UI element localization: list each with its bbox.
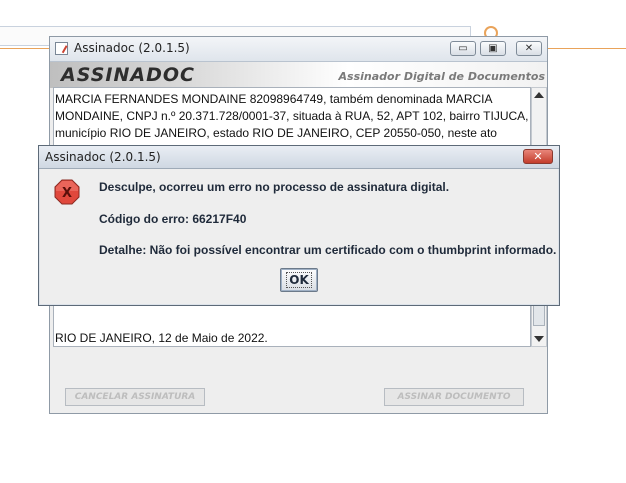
ok-button-label: OK: [286, 272, 312, 288]
app-icon: [55, 42, 68, 55]
error-icon: X: [54, 179, 80, 205]
main-window-title: Assinadoc (2.0.1.5): [74, 41, 190, 55]
minimize-button[interactable]: ▭: [450, 41, 476, 56]
error-detail: Detalhe: Não foi possível encontrar um c…: [99, 243, 557, 257]
app-logo: ASSINADOC: [61, 64, 195, 86]
main-title-bar[interactable]: Assinadoc (2.0.1.5) ▭ ▣ ✕: [50, 37, 547, 62]
app-tagline: Assinador Digital de Documentos: [338, 70, 545, 83]
document-line: MARCIA FERNANDES MONDAINE 82098964749, t…: [55, 92, 493, 106]
ok-button[interactable]: OK: [280, 268, 318, 292]
scroll-thumb[interactable]: [533, 304, 545, 326]
scroll-down-icon[interactable]: [534, 336, 544, 342]
close-button[interactable]: ✕: [516, 41, 542, 56]
document-line: município RIO DE JANEIRO, estado RIO DE …: [55, 126, 497, 140]
error-code: Código do erro: 66217F40: [99, 212, 247, 226]
error-message: Desculpe, ocorreu um erro no processo de…: [99, 180, 450, 194]
maximize-button[interactable]: ▣: [480, 41, 506, 56]
scroll-up-icon[interactable]: [534, 92, 544, 98]
document-footer-line: RIO DE JANEIRO, 12 de Maio de 2022.: [55, 331, 268, 345]
dialog-close-button[interactable]: ✕: [523, 149, 553, 164]
svg-text:X: X: [62, 186, 72, 201]
dialog-title: Assinadoc (2.0.1.5): [45, 150, 161, 164]
dialog-title-bar[interactable]: Assinadoc (2.0.1.5) ✕: [39, 146, 559, 169]
error-dialog: Assinadoc (2.0.1.5) ✕ X Desculpe, ocorre…: [38, 145, 560, 306]
document-line: MONDAINE, CNPJ n.º 20.371.728/0001-37, s…: [55, 109, 529, 123]
app-banner: ASSINADOC Assinador Digital de Documento…: [50, 62, 547, 88]
sign-document-button[interactable]: ASSINAR DOCUMENTO: [384, 388, 524, 406]
cancel-signature-button[interactable]: CANCELAR ASSINATURA: [65, 388, 205, 406]
